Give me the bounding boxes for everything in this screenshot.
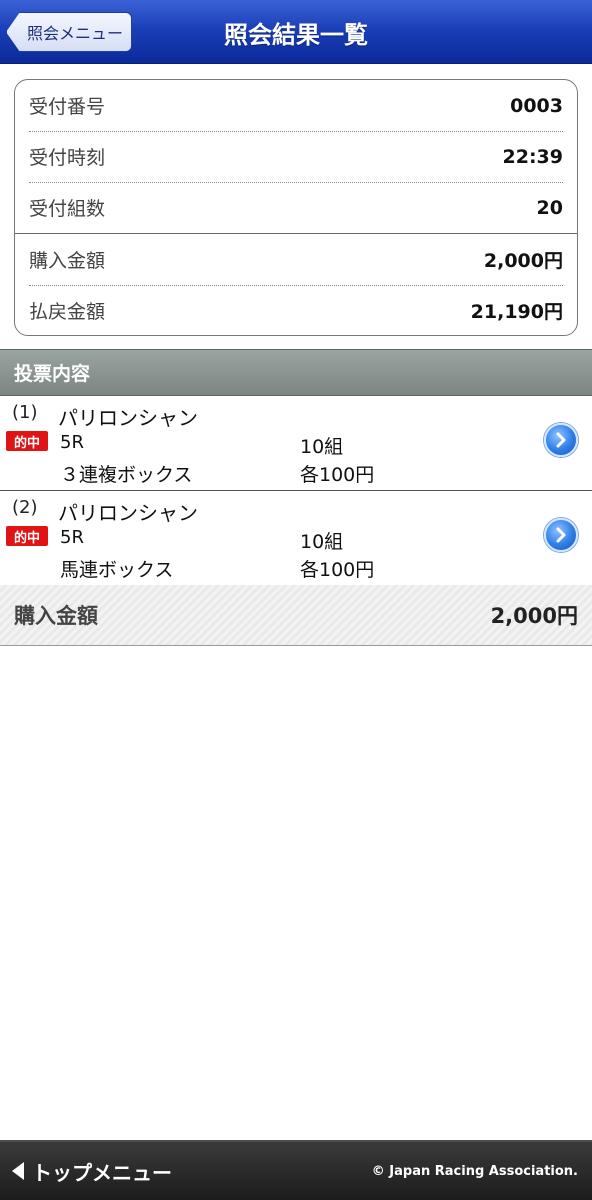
bet-number: (1) xyxy=(12,402,38,423)
bet-venue: パリロンシャン xyxy=(58,406,198,430)
hit-badge: 的中 xyxy=(6,431,48,451)
chevron-right-icon xyxy=(556,527,566,543)
total-label: 購入金額 xyxy=(14,604,98,628)
summary-value: 0003 xyxy=(510,94,563,117)
summary-value: 21,190円 xyxy=(470,301,563,323)
footer-bar: トップメニュー © Japan Racing Association. xyxy=(0,1140,592,1200)
copyright-text: © Japan Racing Association. xyxy=(371,1163,578,1179)
bet-each-amount: 各100円 xyxy=(300,559,375,581)
summary-label: 購入金額 xyxy=(29,250,106,272)
bet-combos: 10組 xyxy=(300,436,344,458)
summary-card: 受付番号 0003 受付時刻 22:39 受付組数 20 購入金額 2,000円… xyxy=(14,79,578,336)
chevron-right-icon xyxy=(556,432,566,448)
total-purchase-bar: 購入金額 2,000円 xyxy=(0,585,592,646)
bet-each-amount: 各100円 xyxy=(300,464,375,486)
section-header-bet-contents: 投票内容 xyxy=(0,349,592,396)
summary-row-receipt-number: 受付番号 0003 xyxy=(29,80,563,131)
summary-label: 受付番号 xyxy=(29,96,106,118)
bet-venue: パリロンシャン xyxy=(58,501,198,525)
top-menu-link[interactable]: トップメニュー xyxy=(12,1142,172,1200)
app-header: 照会メニュー 照会結果一覧 xyxy=(0,0,592,64)
bet-type: ３連複ボックス xyxy=(60,464,193,486)
summary-value: 20 xyxy=(536,196,563,219)
bet-number: (2) xyxy=(12,497,38,518)
summary-row-receipt-count: 受付組数 20 xyxy=(29,182,563,233)
detail-button[interactable] xyxy=(544,423,578,457)
detail-button[interactable] xyxy=(544,518,578,552)
total-value: 2,000円 xyxy=(490,604,578,628)
bet-item[interactable]: (1) パリロンシャン 的中 5R ３連複ボックス 10組 各100円 xyxy=(0,396,592,491)
summary-label: 受付組数 xyxy=(29,198,106,220)
summary-row-purchase-amount: 購入金額 2,000円 xyxy=(29,234,563,285)
summary-row-payout-amount: 払戻金額 21,190円 xyxy=(29,285,563,336)
back-button-label: 照会メニュー xyxy=(26,24,123,43)
bet-combos: 10組 xyxy=(300,531,344,553)
top-menu-label: トップメニュー xyxy=(32,1160,172,1185)
bet-race: 5R xyxy=(60,527,84,548)
summary-label: 受付時刻 xyxy=(29,147,106,169)
bet-race: 5R xyxy=(60,432,84,453)
hit-badge: 的中 xyxy=(6,526,48,546)
summary-value: 2,000円 xyxy=(483,250,563,272)
triangle-left-icon xyxy=(12,1162,24,1180)
bet-type: 馬連ボックス xyxy=(60,559,174,581)
summary-row-receipt-time: 受付時刻 22:39 xyxy=(29,131,563,182)
bet-item[interactable]: (2) パリロンシャン 的中 5R 馬連ボックス 10組 各100円 xyxy=(0,491,592,586)
back-button[interactable]: 照会メニュー xyxy=(6,12,132,52)
summary-label: 払戻金額 xyxy=(29,301,106,323)
summary-value: 22:39 xyxy=(502,145,563,168)
